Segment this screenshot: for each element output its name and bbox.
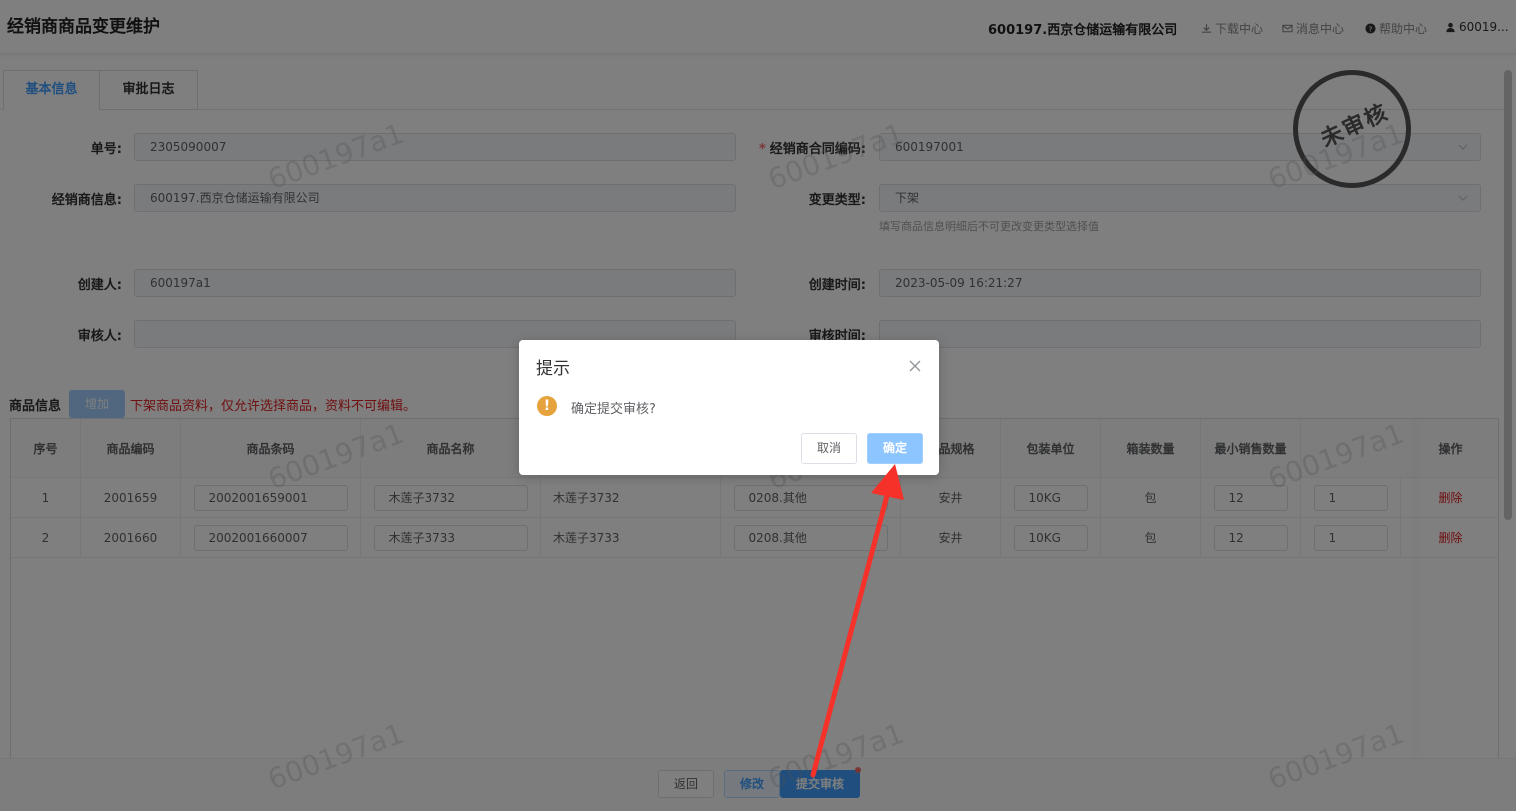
dialog-cancel-button[interactable]: 取消 [801, 433, 857, 464]
close-icon[interactable] [909, 360, 921, 372]
dialog-title: 提示 [536, 359, 570, 379]
confirm-dialog: 提示 ! 确定提交审核? 取消 确定 [519, 340, 939, 475]
dialog-message: 确定提交审核? [571, 402, 656, 417]
dialog-confirm-button[interactable]: 确定 [867, 433, 923, 464]
warning-icon: ! [537, 396, 557, 416]
